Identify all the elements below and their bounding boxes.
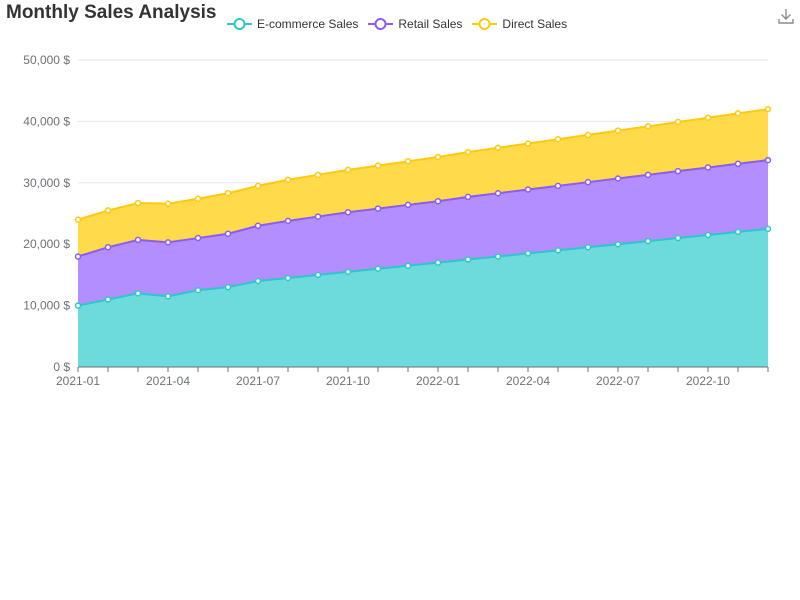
point-direct [464, 148, 472, 156]
x-tick-label: 2021-10 [326, 374, 370, 388]
point-retail [464, 193, 472, 201]
point-direct [284, 176, 292, 183]
area-chart: 0 $ 10,000 $ 20,000 $ 30,000 $ 40,000 $ 50,00… [23, 53, 772, 388]
point-direct [104, 207, 112, 214]
point-retail [614, 175, 622, 182]
point-direct [314, 171, 322, 179]
y-tick-label: 50,000 $ [23, 53, 70, 67]
point-retail [584, 178, 592, 186]
point-retail [254, 222, 262, 230]
point-retail [704, 164, 712, 171]
point-direct [404, 158, 412, 165]
point-ecommerce [224, 283, 232, 291]
point-ecommerce [164, 293, 172, 300]
point-ecommerce [494, 253, 502, 260]
point-direct [614, 127, 622, 134]
point-direct [74, 216, 82, 223]
point-ecommerce [434, 259, 442, 266]
point-ecommerce [764, 225, 772, 233]
point-ecommerce [704, 231, 712, 239]
point-ecommerce [614, 240, 622, 248]
x-tick-label: 2022-04 [506, 374, 550, 388]
series-areas [78, 109, 768, 367]
point-retail [164, 239, 172, 246]
x-tick-label: 2022-07 [596, 374, 640, 388]
x-tick-label: 2021-07 [236, 374, 280, 388]
point-retail [494, 189, 502, 197]
point-direct [704, 114, 712, 121]
point-direct [764, 105, 772, 113]
point-ecommerce [284, 274, 292, 282]
point-direct [374, 162, 382, 169]
point-direct [344, 166, 352, 174]
point-direct [734, 110, 742, 117]
point-ecommerce [254, 277, 262, 285]
point-retail [194, 234, 202, 242]
point-retail [404, 201, 412, 209]
point-ecommerce [134, 290, 142, 297]
point-retail [314, 213, 322, 220]
point-retail [224, 230, 232, 238]
point-retail [284, 217, 292, 225]
point-ecommerce [104, 296, 112, 303]
x-tick-label: 2022-10 [686, 374, 730, 388]
point-retail [434, 197, 442, 205]
point-retail [734, 160, 742, 168]
y-tick-label: 40,000 $ [23, 114, 70, 128]
point-retail [374, 205, 382, 212]
point-ecommerce [374, 265, 382, 273]
point-retail [554, 182, 562, 190]
point-direct [254, 182, 262, 190]
point-direct [434, 153, 442, 161]
point-retail [644, 171, 652, 179]
x-tick-label: 2021-01 [56, 374, 100, 388]
point-ecommerce [464, 256, 472, 263]
point-direct [554, 135, 562, 143]
point-ecommerce [674, 234, 682, 242]
point-direct [494, 144, 502, 152]
point-retail [764, 156, 772, 164]
point-retail [74, 253, 82, 260]
point-retail [674, 167, 682, 175]
point-ecommerce [584, 244, 592, 251]
y-tick-label: 10,000 $ [23, 299, 70, 313]
point-retail [344, 209, 352, 216]
point-ecommerce [524, 250, 532, 257]
x-tick-label: 2022-01 [416, 374, 460, 388]
point-retail [134, 236, 142, 244]
point-ecommerce [644, 237, 652, 245]
point-direct [644, 123, 652, 130]
point-direct [134, 199, 142, 207]
point-direct [674, 118, 682, 126]
point-ecommerce [314, 271, 322, 279]
point-retail [104, 244, 112, 251]
y-tick-label: 30,000 $ [23, 176, 70, 190]
point-direct [164, 200, 172, 207]
point-ecommerce [404, 262, 412, 269]
point-ecommerce [734, 228, 742, 236]
point-ecommerce [194, 287, 202, 294]
point-direct [194, 195, 202, 203]
point-retail [524, 186, 532, 193]
x-tick-label: 2021-04 [146, 374, 190, 388]
point-direct [524, 140, 532, 147]
point-ecommerce [344, 268, 352, 276]
point-direct [224, 189, 232, 197]
y-tick-label: 0 $ [53, 360, 70, 374]
y-tick-label: 20,000 $ [23, 237, 70, 251]
point-ecommerce [554, 247, 562, 254]
point-direct [584, 131, 592, 139]
point-ecommerce [74, 302, 82, 309]
